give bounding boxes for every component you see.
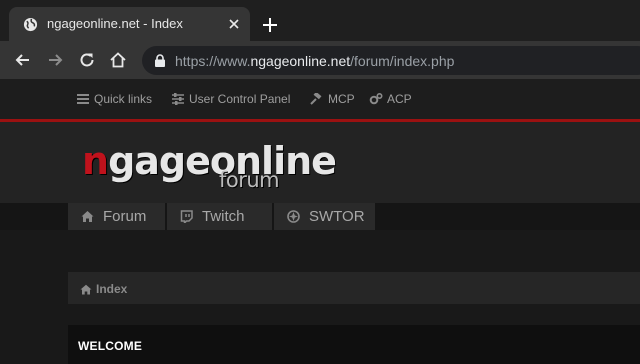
acp-label: ACP: [387, 92, 412, 106]
home-icon[interactable]: [108, 50, 128, 70]
url-path: /forum/index.php: [350, 53, 455, 69]
reload-icon[interactable]: [77, 50, 97, 70]
browser-tab[interactable]: ngageonline.net - Index: [9, 7, 250, 41]
acp-link[interactable]: ACP: [369, 92, 412, 106]
plus-icon[interactable]: [260, 15, 280, 35]
breadcrumb: Index: [68, 272, 640, 304]
tab-twitch-label: Twitch: [202, 208, 245, 225]
globe-icon: [23, 17, 38, 32]
breadcrumb-index-link[interactable]: Index: [80, 282, 127, 296]
tab-forum[interactable]: Forum: [68, 203, 165, 230]
browser-tabstrip: ngageonline.net - Index: [0, 0, 640, 41]
logo-subtitle: forum: [219, 168, 280, 192]
welcome-section-header: WELCOME: [68, 325, 640, 364]
tab-swtor[interactable]: SWTOR: [274, 203, 375, 230]
address-bar[interactable]: https://www.ngageonline.net/forum/index.…: [142, 46, 640, 75]
close-icon[interactable]: [226, 16, 242, 32]
mcp-label: MCP: [328, 92, 355, 106]
welcome-title[interactable]: WELCOME: [78, 339, 142, 353]
url-text: https://www.ngageonline.net/forum/index.…: [175, 53, 454, 69]
lock-icon[interactable]: [154, 54, 166, 67]
url-host: ngageonline.net: [250, 53, 351, 69]
ucp-label: User Control Panel: [189, 92, 291, 106]
site-header: ngageonline forum: [0, 122, 640, 203]
mcp-link[interactable]: MCP: [310, 92, 355, 106]
gavel-icon: [310, 93, 322, 105]
tab-swtor-label: SWTOR: [309, 208, 365, 225]
sliders-icon: [172, 93, 184, 105]
logo-wordmark: ngageonline: [82, 139, 337, 183]
tab-forum-label: Forum: [103, 208, 147, 225]
tab-title: ngageonline.net - Index: [47, 16, 183, 31]
home-icon: [80, 284, 92, 294]
site-logo[interactable]: ngageonline forum: [82, 139, 337, 192]
twitch-icon: [180, 210, 193, 223]
home-icon: [81, 211, 94, 222]
quick-links-label: Quick links: [94, 92, 153, 106]
bars-icon: [77, 94, 89, 104]
ucp-link[interactable]: User Control Panel: [171, 92, 290, 106]
arrow-left-icon[interactable]: [13, 50, 33, 70]
arrow-right-icon[interactable]: [45, 50, 65, 70]
tab-twitch[interactable]: Twitch: [167, 203, 272, 230]
forum-tabs: Forum Twitch SWTOR: [0, 203, 640, 230]
forum-page: Quick links User Control Panel MCP ACP n…: [0, 79, 640, 364]
swtor-icon: [287, 210, 300, 223]
breadcrumb-label: Index: [96, 282, 128, 296]
url-scheme: https://www.: [175, 53, 251, 69]
browser-toolbar: https://www.ngageonline.net/forum/index.…: [0, 41, 640, 79]
quick-links-link[interactable]: Quick links: [76, 92, 152, 106]
top-navbar: Quick links User Control Panel MCP ACP: [0, 79, 640, 119]
cogs-icon: [369, 93, 383, 105]
